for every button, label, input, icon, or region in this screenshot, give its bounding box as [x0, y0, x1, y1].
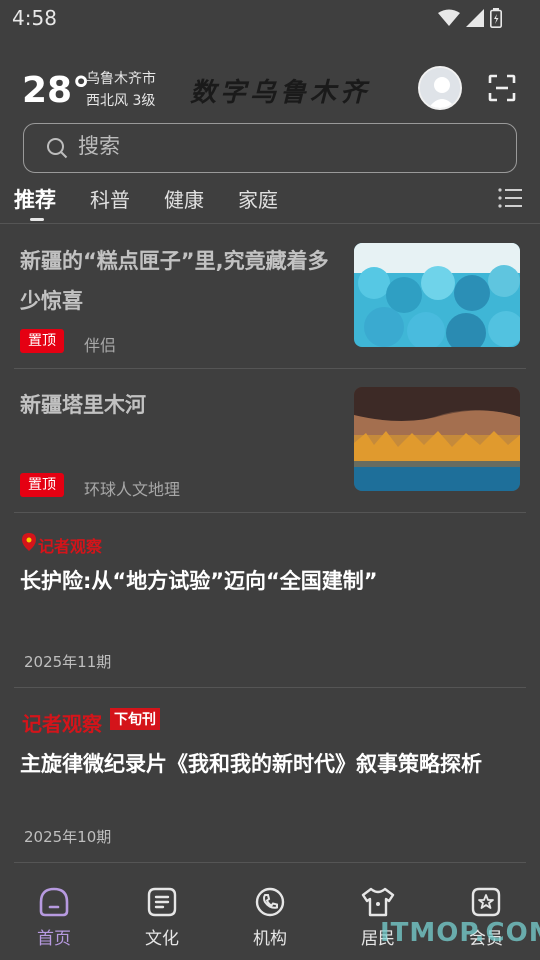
nav-institution[interactable]: 机构: [230, 886, 310, 949]
document-icon: [147, 887, 177, 917]
news-source: 环球人文地理: [84, 480, 181, 499]
avatar[interactable]: [418, 66, 462, 110]
wifi-icon: [438, 9, 460, 26]
nav-label: 文化: [145, 929, 179, 949]
tab-science[interactable]: 科普: [90, 184, 130, 213]
watermark: ITMOP.COM: [380, 918, 540, 948]
status-time: 4:58: [12, 6, 57, 30]
nav-home[interactable]: 首页: [14, 886, 94, 949]
scan-icon[interactable]: [488, 74, 516, 102]
column-sub-badge: 下旬刊: [110, 708, 160, 730]
pinned-badge: 置顶: [20, 473, 64, 497]
user-avatar-icon: [420, 68, 460, 108]
status-icons: [438, 8, 502, 28]
brand-logo: 数字乌鲁木齐: [190, 78, 371, 108]
news-title: 长护险:从“地方试验”迈向“全国建制”: [20, 569, 378, 593]
temperature[interactable]: 28°: [22, 70, 90, 111]
status-bar: 4:58: [0, 0, 540, 40]
news-card[interactable]: 记者观察 下旬刊 主旋律微纪录片《我和我的新时代》叙事策略探析 2025年10期: [14, 688, 526, 863]
pinned-badge: 置顶: [20, 329, 64, 353]
news-source: 伴侣: [84, 336, 117, 355]
column-badge: 记者观察: [22, 712, 102, 736]
shirt-icon: [361, 887, 395, 917]
nav-culture[interactable]: 文化: [122, 886, 202, 949]
news-card[interactable]: 新疆塔里木河 置顶 环球人文地理: [14, 369, 526, 513]
nav-label: 首页: [37, 929, 71, 949]
weather-info[interactable]: 乌鲁木齐市 西北风 3级: [86, 68, 156, 112]
news-card[interactable]: 新疆的“糕点匣子”里,究竟藏着多少惊喜 置顶 伴侣: [14, 225, 526, 369]
home-icon: [39, 887, 69, 917]
river-image: [354, 387, 520, 491]
search-input[interactable]: [78, 134, 478, 158]
news-title: 主旋律微纪录片《我和我的新时代》叙事策略探析: [20, 752, 482, 776]
list-menu-icon[interactable]: [497, 186, 523, 210]
tab-health[interactable]: 健康: [164, 184, 204, 213]
signal-icon: [466, 9, 484, 27]
star-badge-icon: [471, 887, 501, 917]
news-title: 新疆的“糕点匣子”里,究竟藏着多少惊喜: [20, 249, 329, 313]
city-name: 乌鲁木齐市: [86, 71, 156, 87]
active-tab-indicator: [30, 218, 44, 221]
issue-date: 2025年11期: [24, 653, 112, 671]
battery-icon: [490, 8, 502, 28]
news-thumbnail: [354, 243, 520, 347]
news-card[interactable]: 记者观察 长护险:从“地方试验”迈向“全国建制” 2025年11期: [14, 513, 526, 688]
search-icon: [47, 138, 68, 159]
phone-icon: [255, 887, 285, 917]
news-thumbnail: [354, 387, 520, 491]
column-badge: 记者观察: [38, 537, 103, 556]
wind-info: 西北风 3级: [86, 93, 156, 109]
tab-family[interactable]: 家庭: [238, 184, 278, 213]
search-bar[interactable]: [23, 123, 517, 173]
category-tabs: 推荐 科普 健康 家庭: [0, 178, 540, 224]
location-pin-icon: [22, 533, 36, 551]
issue-date: 2025年10期: [24, 828, 112, 846]
news-title: 新疆塔里木河: [20, 393, 146, 417]
header: 28° 乌鲁木齐市 西北风 3级 数字乌鲁木齐: [0, 62, 540, 118]
tab-recommend[interactable]: 推荐: [14, 184, 56, 214]
nav-label: 机构: [253, 929, 287, 949]
pastry-image: [354, 243, 520, 347]
